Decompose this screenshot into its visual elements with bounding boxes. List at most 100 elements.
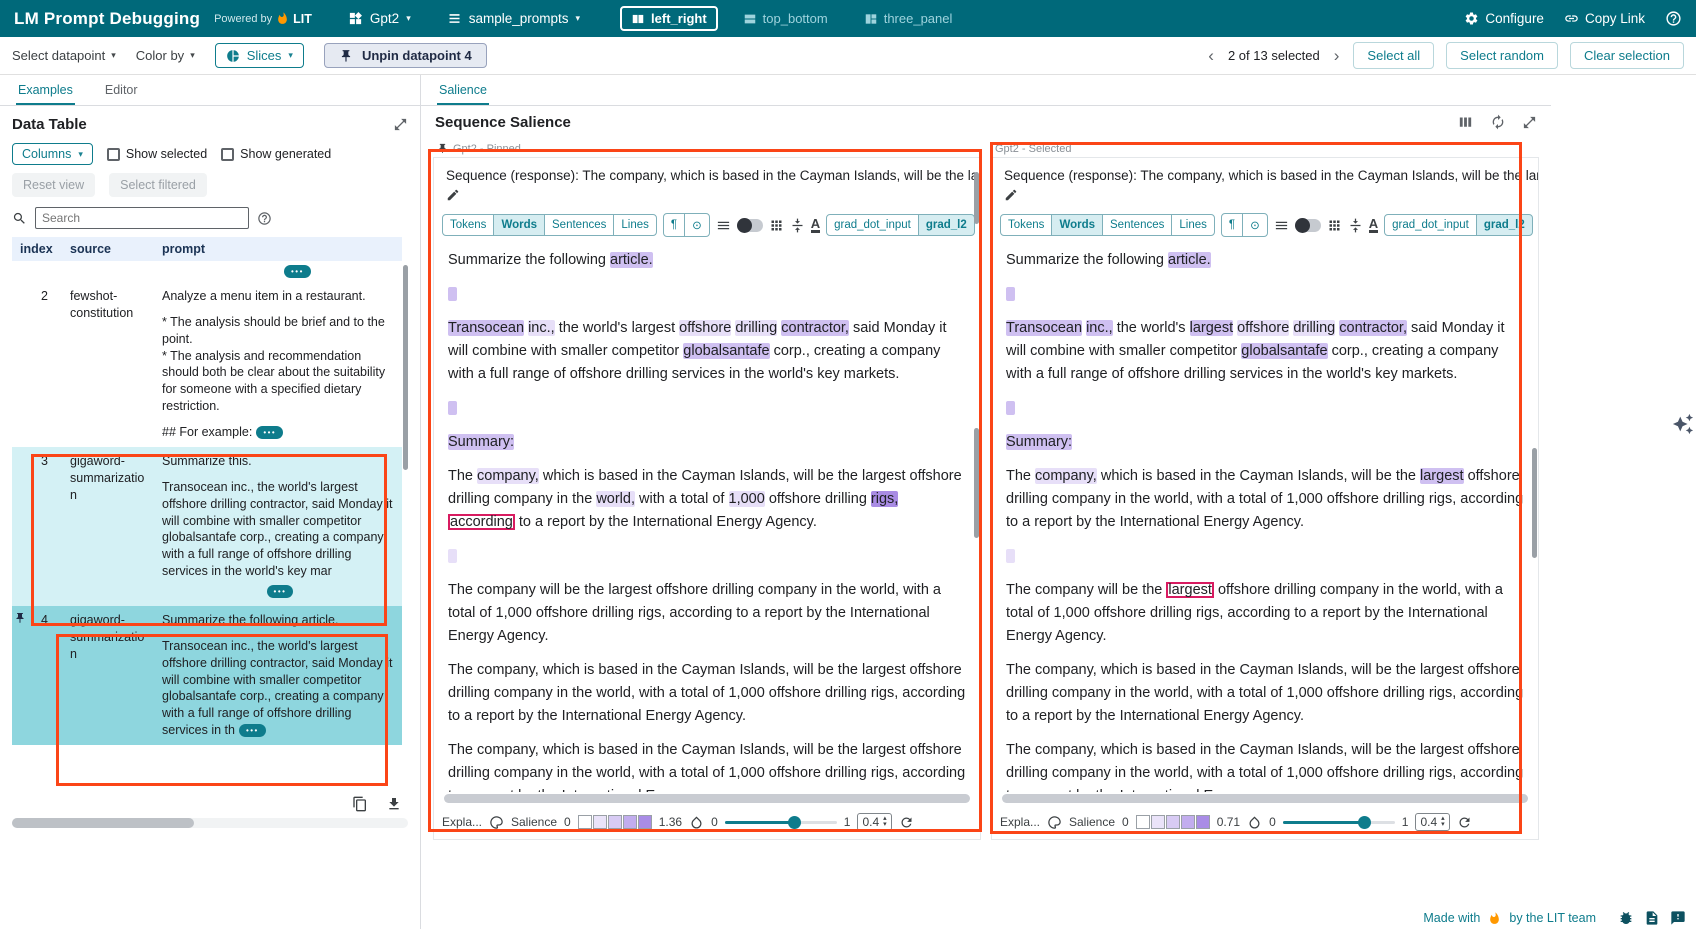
stepper-arrows-icon[interactable]: ▴▾ — [883, 816, 887, 828]
pane-vertical-scrollbar[interactable] — [1532, 448, 1537, 558]
copy-data-icon[interactable] — [352, 796, 368, 812]
display-toggle[interactable] — [1295, 219, 1321, 232]
show-generated-checkbox[interactable]: Show generated — [221, 147, 331, 161]
granularity-button-sentences[interactable]: Sentences — [1102, 214, 1172, 236]
target-toggle-button[interactable]: ⊙ — [684, 213, 710, 237]
column-header-index[interactable]: index — [12, 237, 62, 261]
model-selector[interactable]: Gpt2 ▾ — [348, 11, 411, 26]
table-horizontal-scrollbar[interactable] — [12, 818, 408, 828]
salience-slider[interactable] — [725, 815, 837, 830]
maximize-module-icon[interactable] — [1522, 114, 1537, 131]
expand-prompt-pill[interactable]: ••• — [284, 265, 311, 278]
chevron-down-icon: ▾ — [78, 149, 83, 160]
slices-button[interactable]: Slices ▾ — [215, 43, 304, 68]
select-random-button[interactable]: Select random — [1446, 42, 1558, 69]
method-button-grad_l2[interactable]: grad_l2 — [1476, 214, 1533, 236]
column-header-source[interactable]: source — [62, 237, 154, 261]
sequence-vertical-scrollbar[interactable] — [974, 172, 979, 224]
granularity-button-words[interactable]: Words — [1051, 214, 1103, 236]
granularity-button-lines[interactable]: Lines — [1171, 214, 1215, 236]
text-format-icon[interactable]: A — [1369, 217, 1378, 233]
stepper-arrows-icon[interactable]: ▴▾ — [1441, 816, 1445, 828]
granularity-button-words[interactable]: Words — [493, 214, 545, 236]
gamma-input[interactable]: 0.4▴▾ — [1415, 813, 1449, 831]
grid-view-icon[interactable] — [1327, 218, 1342, 233]
layout-left_right[interactable]: left_right — [620, 6, 718, 31]
method-button-grad_l2[interactable]: grad_l2 — [918, 214, 975, 236]
target-toggle-button[interactable]: ⊙ — [1242, 213, 1268, 237]
previous-datapoint-button[interactable]: ‹ — [1206, 47, 1216, 64]
dataset-selector[interactable]: sample_prompts ▾ — [447, 11, 580, 26]
table-row-4[interactable]: 4gigaword-summarizationSummarize the fol… — [12, 606, 402, 745]
configure-button[interactable]: Configure — [1464, 11, 1544, 26]
unpin-datapoint-button[interactable]: Unpin datapoint 4 — [324, 43, 487, 68]
edit-sequence-icon[interactable] — [446, 188, 460, 202]
copy-link-button[interactable]: Copy Link — [1564, 11, 1645, 26]
column-header-prompt[interactable]: prompt — [154, 237, 402, 261]
select-all-button[interactable]: Select all — [1353, 42, 1434, 69]
view-columns-icon[interactable] — [1457, 114, 1474, 131]
layout-three_panel[interactable]: three_panel — [853, 6, 964, 31]
bug-report-icon[interactable] — [1618, 910, 1634, 926]
pane-horizontal-scrollbar[interactable] — [1002, 794, 1528, 803]
maximize-module-icon[interactable] — [393, 117, 408, 132]
reset-salience-icon[interactable] — [899, 815, 914, 830]
vertical-align-icon[interactable] — [1348, 218, 1363, 233]
search-help-icon[interactable] — [257, 211, 272, 226]
text-format-icon[interactable]: A — [811, 217, 820, 233]
grid-view-icon[interactable] — [769, 218, 784, 233]
pane-horizontal-scrollbar[interactable] — [444, 794, 970, 803]
show-selected-checkbox[interactable]: Show selected — [107, 147, 207, 161]
edit-sequence-icon[interactable] — [1004, 188, 1018, 202]
select-filtered-button[interactable]: Select filtered — [109, 173, 207, 197]
row-prompt: Summarize this.Transocean inc., the worl… — [154, 447, 402, 606]
table-row-3[interactable]: 3gigaword-summarizationSummarize this.Tr… — [12, 447, 402, 606]
expand-prompt-pill[interactable]: ••• — [267, 585, 294, 598]
search-input[interactable] — [35, 207, 249, 229]
token-text: to a report by the International Energy … — [515, 514, 817, 530]
granularity-button-lines[interactable]: Lines — [613, 214, 657, 236]
color-by-dropdown[interactable]: Color by ▾ — [136, 48, 195, 63]
dataset-icon — [447, 11, 462, 26]
paragraph-toggle-button[interactable]: ¶ — [663, 213, 685, 237]
download-data-icon[interactable] — [386, 796, 402, 812]
table-vertical-scrollbar[interactable] — [403, 265, 408, 470]
density-icon[interactable] — [1274, 218, 1289, 233]
row-prompt: ••• — [154, 261, 402, 282]
method-button-grad_dot_input[interactable]: grad_dot_input — [826, 214, 919, 236]
vertical-align-icon[interactable] — [790, 218, 805, 233]
granularity-button-tokens[interactable]: Tokens — [1000, 214, 1052, 236]
model-icon — [348, 11, 363, 26]
help-icon[interactable] — [1665, 10, 1682, 27]
next-datapoint-button[interactable]: › — [1332, 47, 1342, 64]
method-button-grad_dot_input[interactable]: grad_dot_input — [1384, 214, 1477, 236]
dataset-selector-label: sample_prompts — [469, 11, 569, 26]
tab-salience[interactable]: Salience — [437, 75, 489, 105]
ai-sparkle-button[interactable] — [1672, 413, 1694, 435]
reset-salience-icon[interactable] — [1457, 815, 1472, 830]
tab-examples[interactable]: Examples — [16, 75, 75, 105]
columns-label: Columns — [22, 147, 71, 161]
salient-token: company, — [477, 468, 539, 484]
gamma-input[interactable]: 0.4▴▾ — [857, 813, 891, 831]
table-row-2[interactable]: 2fewshot-constitutionAnalyze a menu item… — [12, 282, 402, 447]
granularity-button-tokens[interactable]: Tokens — [442, 214, 494, 236]
clear-selection-button[interactable]: Clear selection — [1570, 42, 1684, 69]
table-row-partial[interactable]: ••• — [12, 261, 402, 282]
pane-vertical-scrollbar[interactable] — [974, 428, 979, 538]
sync-icon[interactable] — [1490, 114, 1506, 131]
columns-button[interactable]: Columns ▾ — [12, 143, 93, 165]
salience-slider[interactable] — [1283, 815, 1395, 830]
display-toggle[interactable] — [737, 219, 763, 232]
release-notes-icon[interactable] — [1644, 910, 1660, 926]
paragraph-toggle-button[interactable]: ¶ — [1221, 213, 1243, 237]
layout-top_bottom[interactable]: top_bottom — [732, 6, 839, 31]
density-icon[interactable] — [716, 218, 731, 233]
select-datapoint-dropdown[interactable]: Select datapoint ▾ — [12, 48, 116, 63]
expand-prompt-pill[interactable]: ••• — [239, 724, 266, 737]
tab-editor[interactable]: Editor — [103, 75, 140, 105]
reset-view-button[interactable]: Reset view — [12, 173, 95, 197]
expand-prompt-pill[interactable]: ••• — [256, 426, 283, 439]
feedback-icon[interactable] — [1670, 910, 1686, 926]
granularity-button-sentences[interactable]: Sentences — [544, 214, 614, 236]
